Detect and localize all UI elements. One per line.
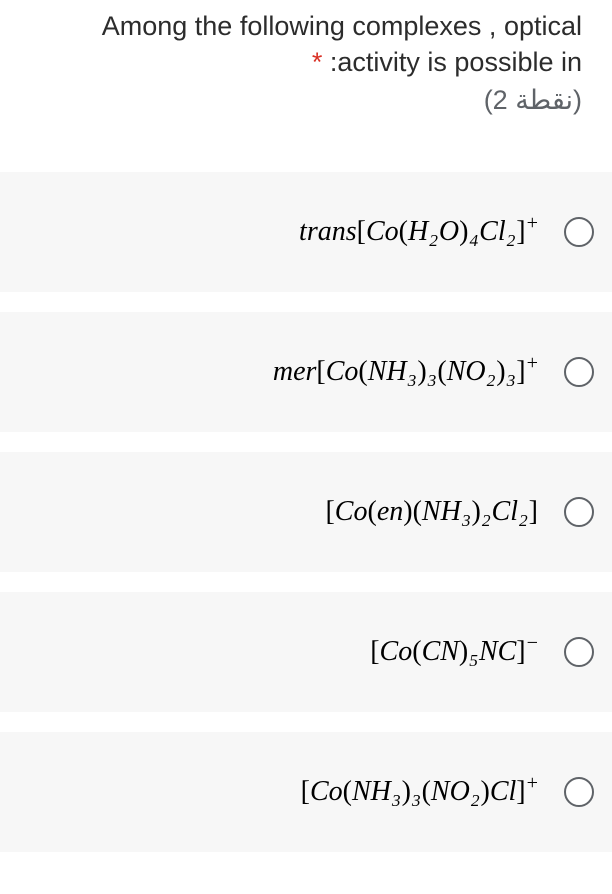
option-row[interactable]: [Co(NH3)3(NO2)Cl]+	[0, 732, 612, 852]
radio-button[interactable]	[564, 217, 594, 247]
required-marker: *	[312, 47, 323, 77]
options-list: trans[Co(H2O)4Cl2]+ mer[Co(NH3)3(NO2)3]+…	[0, 134, 612, 852]
option-formula: [Co(en)(NH3)2Cl2]	[30, 496, 564, 528]
question-line-2: :activity is possible in	[330, 47, 582, 77]
radio-button[interactable]	[564, 777, 594, 807]
question-header: Among the following complexes , optical …	[0, 0, 612, 134]
option-row[interactable]: mer[Co(NH3)3(NO2)3]+	[0, 312, 612, 432]
radio-button[interactable]	[564, 497, 594, 527]
option-formula: trans[Co(H2O)4Cl2]+	[30, 216, 564, 248]
option-formula: [Co(NH3)3(NO2)Cl]+	[30, 776, 564, 808]
question-text: Among the following complexes , optical …	[30, 8, 582, 81]
option-row[interactable]: [Co(en)(NH3)2Cl2]	[0, 452, 612, 572]
option-row[interactable]: [Co(CN)5NC]−	[0, 592, 612, 712]
option-row[interactable]: trans[Co(H2O)4Cl2]+	[0, 172, 612, 292]
radio-button[interactable]	[564, 357, 594, 387]
option-formula: [Co(CN)5NC]−	[30, 636, 564, 668]
question-line-1: Among the following complexes , optical	[102, 11, 582, 41]
radio-button[interactable]	[564, 637, 594, 667]
option-formula: mer[Co(NH3)3(NO2)3]+	[30, 356, 564, 388]
points-text: (2 نقطة)	[30, 85, 582, 116]
